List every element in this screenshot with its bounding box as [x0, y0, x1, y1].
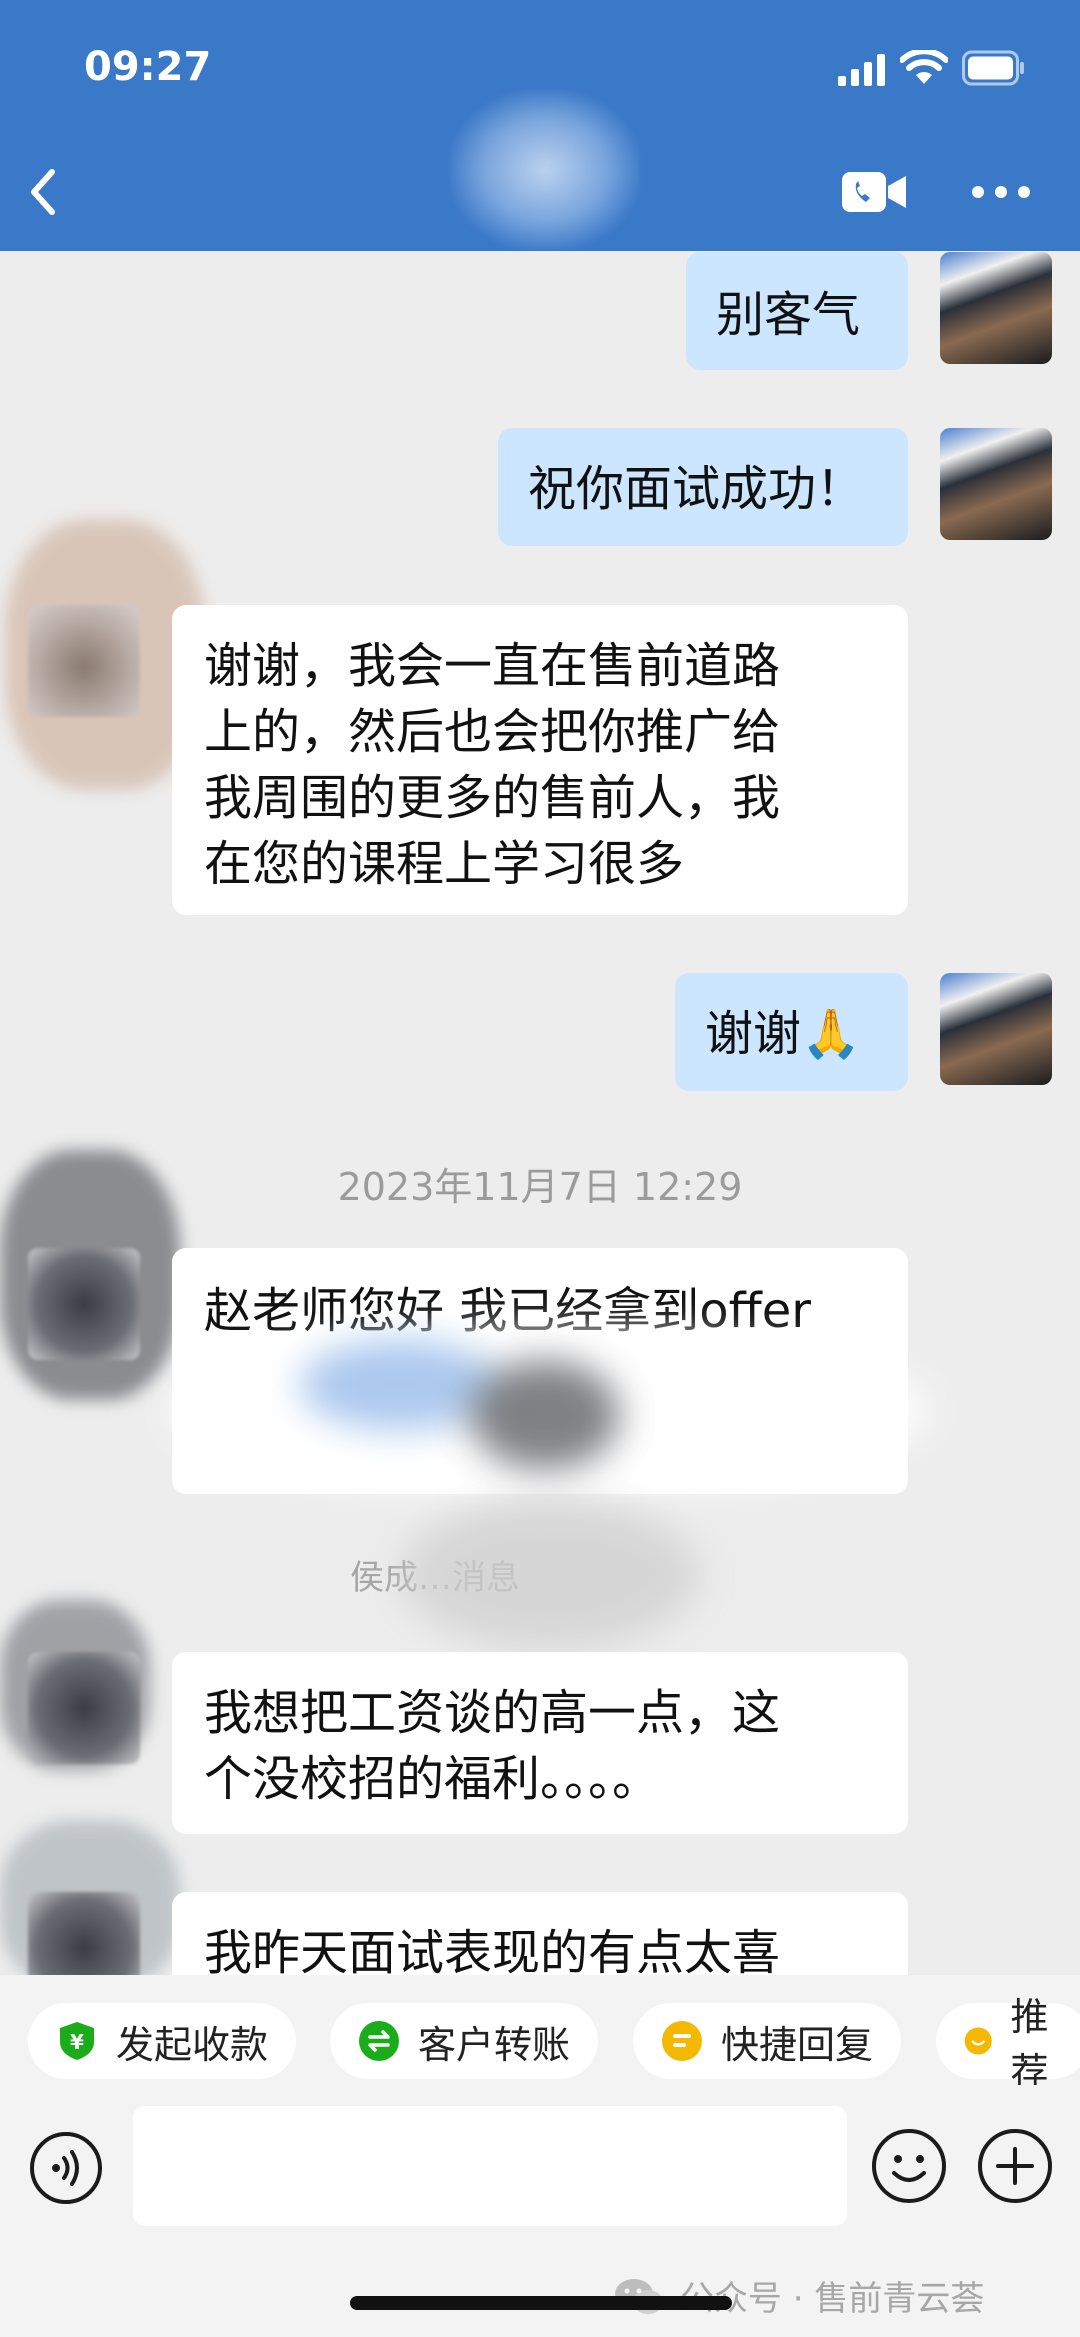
wifi-icon: [900, 50, 948, 84]
recommend-icon: [964, 2027, 992, 2055]
message-input[interactable]: [133, 2106, 847, 2226]
message-bubble[interactable]: 祝你面试成功！: [498, 428, 908, 546]
chip-collect-payment[interactable]: ¥ 发起收款: [28, 2003, 297, 2079]
chip-label: 发起收款: [116, 2022, 269, 2067]
my-avatar[interactable]: [940, 252, 1052, 364]
video-call-icon[interactable]: [840, 168, 908, 216]
redaction-smudge: [400, 1500, 700, 1650]
battery-icon: [962, 50, 1024, 86]
emoji-icon[interactable]: [870, 2127, 948, 2205]
message-bubble[interactable]: 谢谢，我会一直在售前道路 上的，然后也会把你推广给 我周围的更多的售前人，我 在…: [172, 605, 908, 915]
my-avatar[interactable]: [940, 428, 1052, 540]
message-bubble[interactable]: 谢谢🙏: [675, 973, 908, 1091]
quick-action-bar: ¥ 发起收款 客户转账 快捷回复 推荐: [0, 1975, 1080, 2085]
transfer-icon: [359, 2021, 399, 2061]
add-attachment-icon[interactable]: [976, 2127, 1054, 2205]
contact-name-redacted: [450, 90, 640, 250]
more-options-icon[interactable]: [970, 172, 1032, 212]
redaction-smudge: [470, 1360, 620, 1470]
message-text: 祝你面试成功！: [528, 461, 865, 517]
quick-reply-icon: [662, 2021, 702, 2061]
message-bubble[interactable]: 我想把工资谈的高一点，这 个没校招的福利。。。。: [172, 1652, 908, 1834]
message-text: 谢谢🙏: [705, 1006, 861, 1062]
cellular-signal-icon: [838, 54, 885, 86]
status-time: 09:27: [84, 44, 212, 90]
chip-label: 客户转账: [418, 2022, 571, 2067]
message-text: 别客气: [716, 287, 861, 343]
message-text: 我昨天面试表现的有点太喜: [204, 1925, 781, 1981]
contact-avatar[interactable]: [28, 1652, 140, 1764]
chat-header: 09:27: [0, 0, 1080, 251]
voice-input-icon[interactable]: [28, 2130, 104, 2206]
my-avatar[interactable]: [940, 973, 1052, 1085]
chip-quick-reply[interactable]: 快捷回复: [633, 2003, 902, 2079]
message-text: 谢谢，我会一直在售前道路 上的，然后也会把你推广给 我周围的更多的售前人，我 在…: [204, 638, 781, 892]
chip-label: 推荐: [1010, 1995, 1049, 2085]
chip-label: 快捷回复: [721, 2022, 874, 2067]
chip-customer-transfer[interactable]: 客户转账: [330, 2003, 599, 2079]
contact-avatar[interactable]: [28, 1248, 140, 1360]
svg-text:¥: ¥: [70, 2030, 84, 2054]
home-indicator[interactable]: [350, 2296, 732, 2310]
message-text: 我想把工资谈的高一点，这 个没校招的福利。。。。: [204, 1685, 781, 1807]
contact-avatar[interactable]: [28, 605, 140, 717]
back-chevron-icon[interactable]: [20, 160, 70, 224]
yuan-shield-icon: ¥: [60, 2022, 94, 2060]
message-bubble[interactable]: 别客气: [686, 252, 908, 370]
chip-recommend[interactable]: 推荐: [936, 1995, 1080, 2085]
